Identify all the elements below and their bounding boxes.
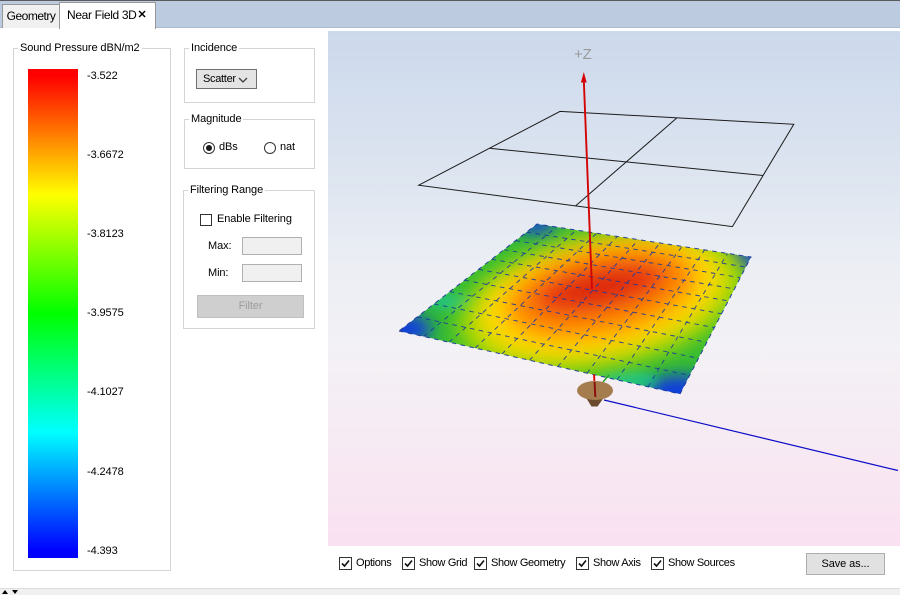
svg-text:+Z: +Z: [574, 46, 592, 63]
